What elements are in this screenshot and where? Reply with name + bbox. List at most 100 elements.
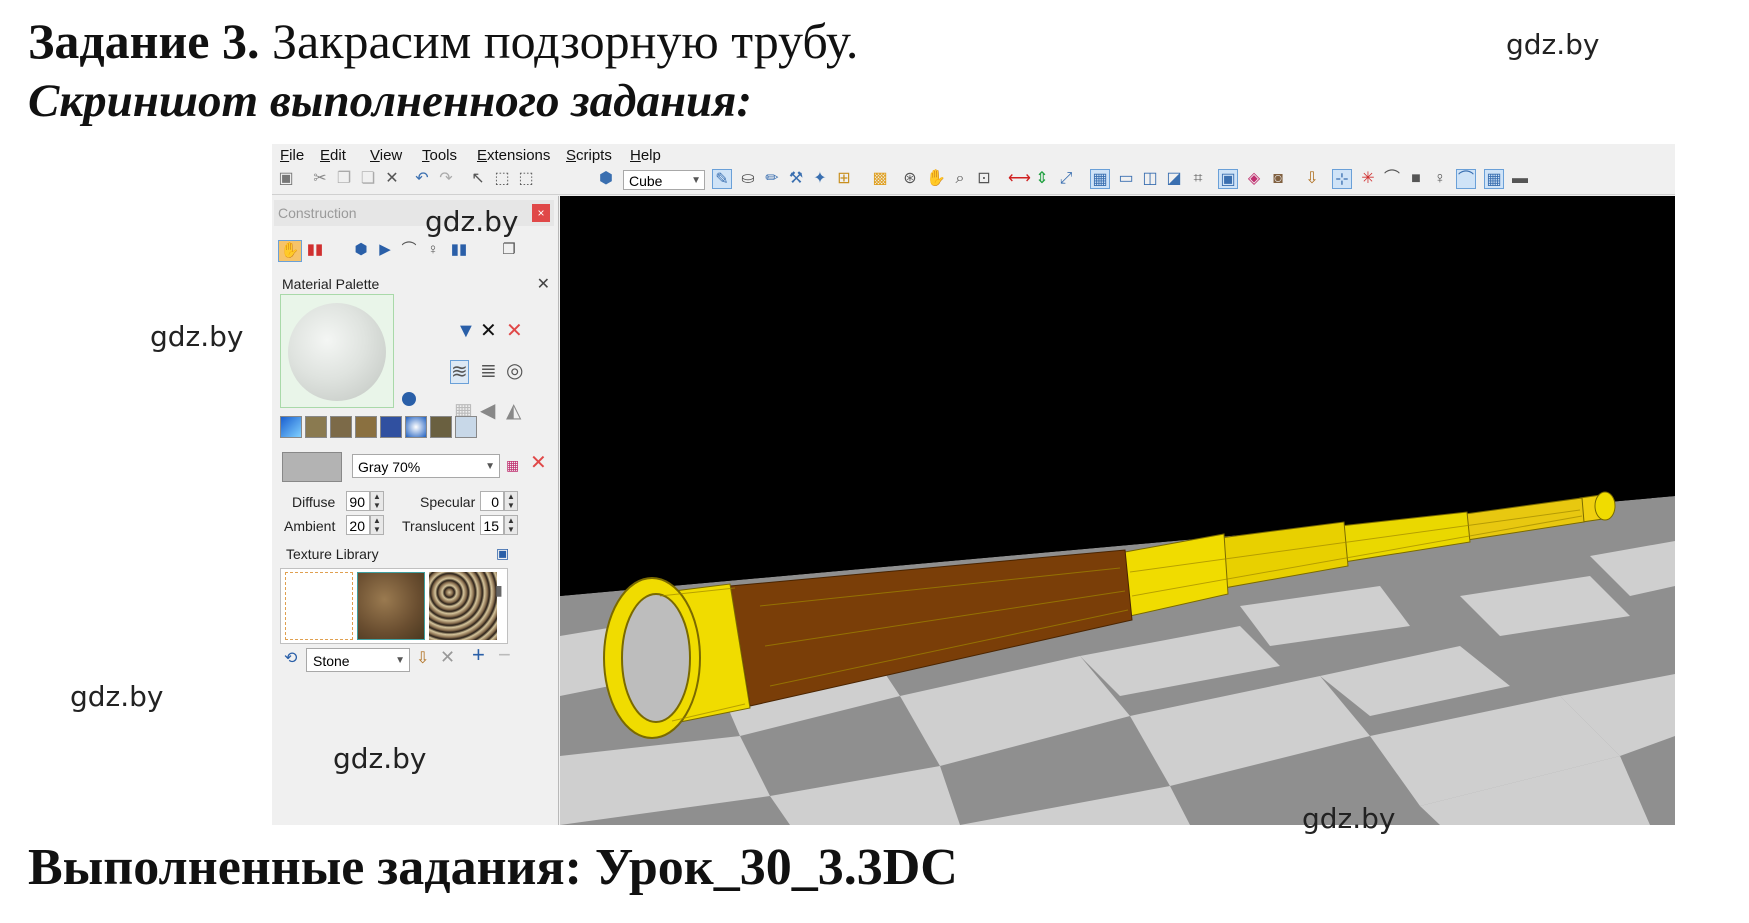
viewport-scene[interactable] [560, 196, 1675, 825]
view-top-icon[interactable]: ◫ [1140, 169, 1160, 189]
lathe-tool-icon[interactable]: ⌒ [398, 240, 420, 260]
texture-glow-icon[interactable] [405, 416, 427, 438]
texture-gradient-icon[interactable] [280, 416, 302, 438]
texture-scrollbar[interactable]: ▮ [495, 579, 503, 601]
render-texture-icon[interactable]: ◙ [1268, 169, 1288, 189]
shape-select[interactable]: Cube ▼ [623, 170, 705, 190]
material-stack-icon[interactable]: ≣ [480, 360, 497, 382]
paint-palette-icon[interactable]: ✋ [278, 240, 302, 262]
render-color-icon[interactable]: ◈ [1244, 169, 1264, 189]
lights-tool-icon[interactable]: ♀ [422, 240, 444, 260]
color-grid-icon[interactable]: ▦ [506, 454, 519, 476]
paste-icon[interactable]: ❏ [358, 169, 378, 189]
material-bars-icon[interactable]: ▮▮ [304, 240, 326, 260]
zoom-icon[interactable]: ⌕ [950, 169, 970, 189]
panel-close-button[interactable]: × [532, 204, 550, 222]
material-mirror-icon[interactable]: ◭ [506, 400, 521, 422]
specular-input[interactable]: 0 [480, 491, 504, 511]
orbit-icon[interactable]: ⊛ [900, 169, 920, 189]
magic-wand-icon[interactable]: ✦ [810, 169, 830, 189]
material-select[interactable]: Gray 70% ▼ [352, 454, 500, 478]
texture-gravel-icon[interactable] [355, 416, 377, 438]
texture-pebble-icon[interactable] [330, 416, 352, 438]
curve-icon[interactable]: ⌒ [1456, 169, 1476, 189]
save-icon[interactable]: ▣ [276, 169, 296, 189]
textures-tool-icon[interactable]: ▮▮ [448, 240, 470, 260]
window-toggle-icon[interactable]: ❐ [498, 240, 520, 260]
texture-table-icon[interactable] [455, 416, 477, 438]
ambient-stepper[interactable]: ▲ ▼ [370, 515, 384, 535]
menu-tools[interactable]: Tools [422, 147, 457, 164]
texture-apply-icon[interactable]: ▩ [870, 169, 890, 189]
cut-icon[interactable]: ✂ [310, 169, 330, 189]
camera-icon[interactable]: ■ [1406, 169, 1426, 189]
texture-refresh-icon[interactable]: ⟲ [284, 648, 297, 670]
copy-icon[interactable]: ❐ [334, 169, 354, 189]
redo-icon[interactable]: ↷ [436, 169, 456, 189]
move-z-icon[interactable]: ⤢ [1056, 169, 1076, 189]
light-icon[interactable]: ♀ [1430, 169, 1450, 189]
view-front-icon[interactable]: ▦ [1090, 169, 1110, 189]
texture-add-icon[interactable]: + [472, 644, 485, 666]
paint-brush-icon[interactable]: ✎ [712, 169, 732, 189]
delete-material-icon[interactable]: ✕ [480, 320, 497, 342]
3d-viewport[interactable] [560, 196, 1675, 825]
select-arrow-icon[interactable]: ↖ [468, 169, 488, 189]
select-group-icon[interactable]: ⬚ [516, 169, 536, 189]
diffuse-stepper[interactable]: ▲ ▼ [370, 491, 384, 511]
texture-circle-icon[interactable] [430, 416, 452, 438]
select-object-icon[interactable]: ⬚ [492, 169, 512, 189]
render-wire-icon[interactable]: ▣ [1218, 169, 1238, 189]
translucent-input[interactable]: 15 [480, 515, 504, 535]
move-y-icon[interactable]: ⇕ [1032, 169, 1052, 189]
texture-map-icon[interactable]: ⊞ [834, 169, 854, 189]
delete-icon[interactable]: ✕ [382, 169, 402, 189]
menu-extensions[interactable]: Extensions [477, 147, 550, 164]
menu-edit[interactable]: Edit [320, 147, 346, 164]
menu-scripts[interactable]: Scripts [566, 147, 612, 164]
ambient-input[interactable]: 20 [346, 515, 370, 535]
texture-tile-dirt[interactable] [357, 572, 425, 640]
specular-stepper[interactable]: ▲ ▼ [504, 491, 518, 511]
grid-icon[interactable]: ▦ [1484, 169, 1504, 189]
remove-material-icon[interactable]: ✕ [506, 320, 523, 342]
menu-help[interactable]: Help [630, 147, 661, 164]
pan-hand-icon[interactable]: ✋ [926, 169, 946, 189]
texture-tile-blank[interactable] [285, 572, 353, 640]
texture-import-icon[interactable]: ⇩ [416, 648, 429, 670]
filter-icon[interactable]: ▼ [456, 320, 476, 342]
undo-icon[interactable]: ↶ [412, 169, 432, 189]
material-palette-close-icon[interactable]: ✕ [537, 274, 550, 294]
view-side-icon[interactable]: ▭ [1116, 169, 1136, 189]
import-icon[interactable]: ⇩ [1302, 169, 1322, 189]
view-persp-icon[interactable]: ◪ [1164, 169, 1184, 189]
texture-category-select[interactable]: Stone ▼ [306, 648, 410, 672]
shapes-cube-icon[interactable]: ⬢ [350, 240, 372, 260]
texture-delete-icon[interactable]: ✕ [440, 646, 455, 668]
texture-tile-icon[interactable] [380, 416, 402, 438]
zoom-extents-icon[interactable]: ⊡ [974, 169, 994, 189]
axes-icon[interactable]: ⊹ [1332, 169, 1352, 189]
diffuse-input[interactable]: 90 [346, 491, 370, 511]
view-ortho-icon[interactable]: ⌗ [1188, 169, 1208, 189]
wrench-icon[interactable]: ⚒ [786, 169, 806, 189]
material-color-dot[interactable] [402, 392, 416, 406]
texture-library-view-icon[interactable]: ▣ [496, 542, 509, 564]
pencil-icon[interactable]: ✏ [762, 169, 782, 189]
lathe-icon[interactable]: ⌒ [1382, 169, 1402, 189]
shapes-cylinder-icon[interactable]: ▶ [374, 240, 396, 260]
texture-remove-icon[interactable]: − [498, 644, 511, 666]
clear-color-icon[interactable]: ✕ [530, 452, 547, 474]
vehicle-icon[interactable]: ▬ [1510, 169, 1530, 189]
texture-tile-gravel[interactable] [429, 572, 497, 640]
paint-bucket-icon[interactable]: ⛀ [738, 169, 758, 189]
translucent-stepper[interactable]: ▲ ▼ [504, 515, 518, 535]
material-color-swatch[interactable] [282, 452, 342, 482]
menu-view[interactable]: View [370, 147, 402, 164]
move-x-icon[interactable]: ⟷ [1008, 169, 1031, 189]
menu-file[interactable]: File [280, 147, 304, 164]
material-list-icon[interactable]: ≋ [450, 360, 469, 384]
material-ring-icon[interactable]: ◎ [506, 360, 523, 382]
texture-stone-icon[interactable] [305, 416, 327, 438]
snap-icon[interactable]: ✳ [1358, 169, 1378, 189]
